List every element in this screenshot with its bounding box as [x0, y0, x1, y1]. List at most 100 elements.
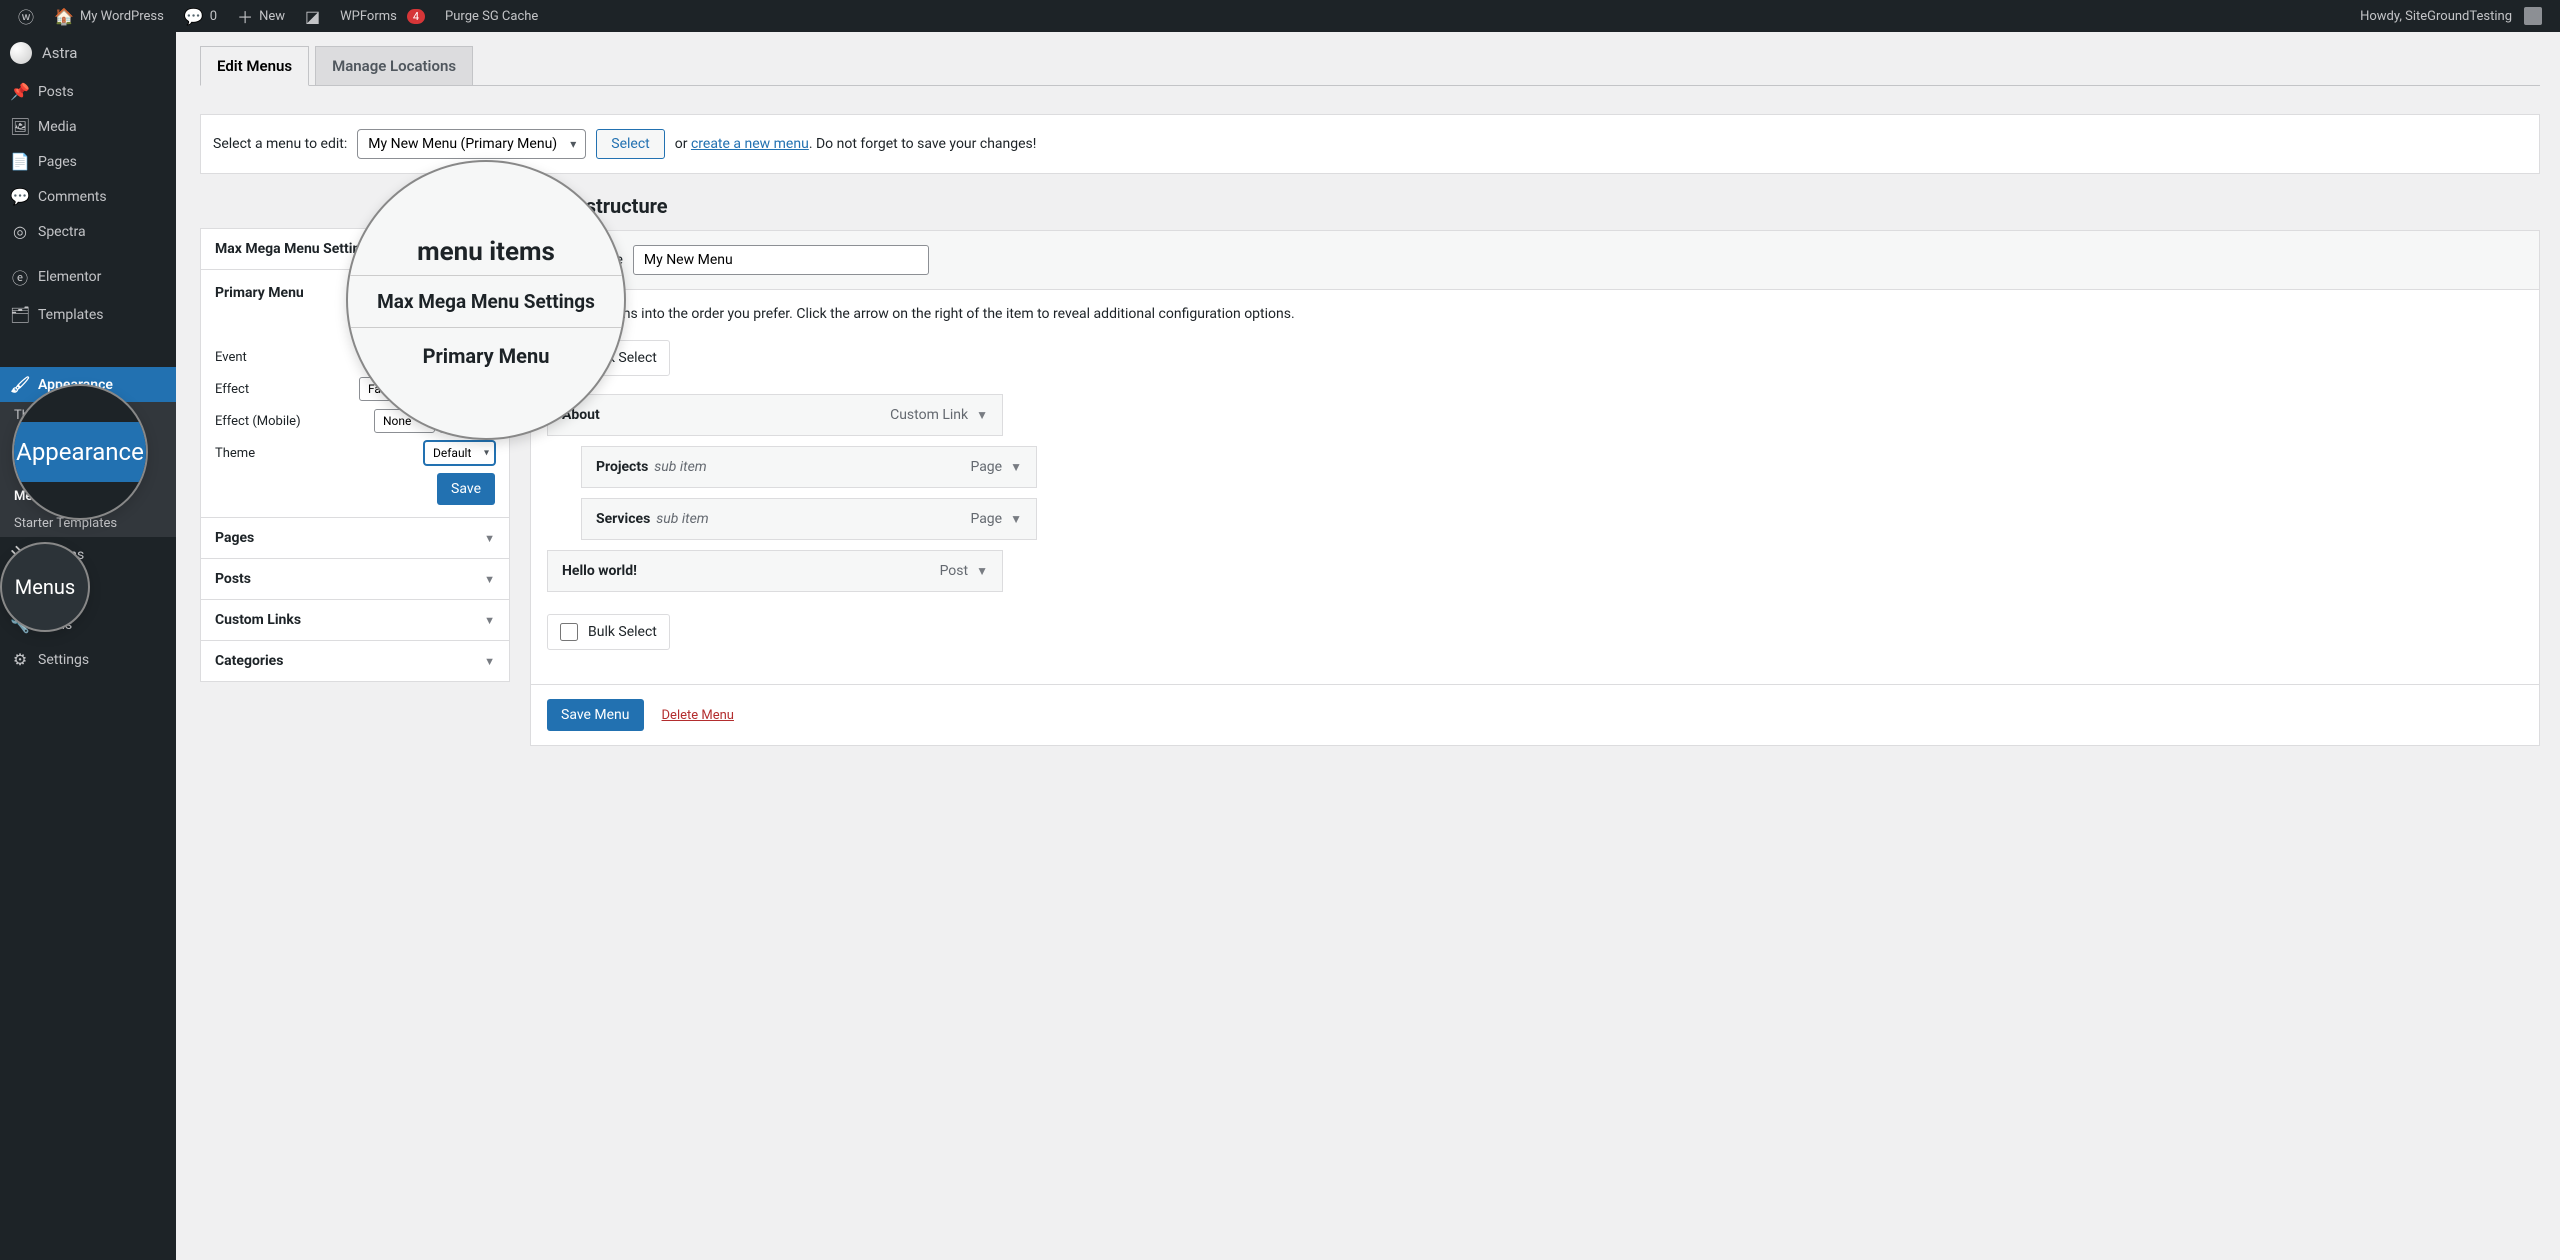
site-name-label: My WordPress — [80, 9, 164, 24]
purge-cache[interactable]: Purge SG Cache — [435, 0, 548, 32]
templates-icon: 🗂 — [10, 305, 30, 324]
chevron-up-icon: ▲ — [484, 243, 495, 256]
instructions-text: Drag the items into the order you prefer… — [547, 306, 2523, 322]
theme-label: Theme — [215, 446, 255, 461]
add-menu-items-column: Add menu items Max Mega Menu Settings ▲ … — [200, 194, 510, 682]
submenu-menus[interactable]: Menus — [0, 483, 176, 510]
sidebar-item-elementor[interactable]: ⓔElementor — [0, 257, 176, 297]
submenu-customize[interactable]: Customize — [0, 429, 176, 456]
purge-label: Purge SG Cache — [445, 9, 538, 24]
sidebar-item-comments[interactable]: 💬Comments — [0, 179, 176, 214]
pin-icon: 📌 — [10, 82, 30, 101]
tab-manage-locations[interactable]: Manage Locations — [315, 46, 473, 85]
main-content: Edit Menus Manage Locations Select a men… — [176, 32, 2560, 1260]
menu-name-label: Menu Name — [547, 252, 623, 268]
menu-selector-row: Select a menu to edit: My New Menu (Prim… — [200, 114, 2540, 174]
mmm-settings-head[interactable]: Max Mega Menu Settings ▲ — [201, 229, 509, 270]
yoast-icon[interactable]: ◪ — [295, 0, 330, 32]
sidebar-item-astra[interactable]: Astra — [0, 32, 176, 74]
menu-structure-heading: Menu structure — [530, 194, 2540, 218]
bulk-select-top[interactable]: Bulk Select — [547, 340, 670, 376]
avatar — [2524, 7, 2542, 25]
sidebar-item-settings[interactable]: ⚙Settings — [0, 642, 176, 677]
effect-select[interactable]: Fade Up — [359, 377, 435, 401]
menu-item[interactable]: About Custom Link▼ — [547, 394, 1003, 436]
theme-select[interactable]: Default — [424, 441, 495, 465]
appearance-submenu: Themes Customize Widgets Menus Starter T… — [0, 402, 176, 537]
new-content[interactable]: ＋New — [227, 0, 295, 32]
elementor-icon: ⓔ — [10, 265, 30, 289]
metabox-categories-head[interactable]: Categories▼ — [201, 641, 509, 681]
event-label: Event — [215, 350, 247, 365]
site-name[interactable]: 🏠My WordPress — [44, 0, 174, 32]
sidebar-item-tools[interactable]: 🔧Tools — [0, 607, 176, 642]
effect-speed-select[interactable]: Fast — [439, 377, 495, 401]
select-prefix: Select a menu to edit: — [213, 136, 347, 152]
submenu-starter[interactable]: Starter Templates — [0, 510, 176, 537]
comment-icon: 💬 — [10, 187, 30, 206]
sidebar-item-media[interactable]: 🖼Media — [0, 109, 176, 144]
tab-edit-menus[interactable]: Edit Menus — [200, 46, 309, 86]
wrench-icon: 🔧 — [10, 615, 30, 634]
comments-link[interactable]: 💬0 — [174, 0, 227, 32]
sidebar-item-posts[interactable]: 📌Posts — [0, 74, 176, 109]
menu-select[interactable]: My New Menu (Primary Menu) — [357, 129, 586, 159]
wp-logo[interactable]: ⓦ — [8, 0, 44, 32]
menu-name-input[interactable] — [633, 245, 929, 275]
bulk-select-bottom[interactable]: Bulk Select — [547, 614, 670, 650]
chevron-down-icon: ▼ — [1010, 512, 1022, 526]
sidebar-item-templates[interactable]: 🗂Templates — [0, 297, 176, 332]
metabox-posts-head[interactable]: Posts▼ — [201, 559, 509, 599]
menu-items-list: About Custom Link▼ Projectssub item Page… — [547, 394, 2523, 592]
select-button[interactable]: Select — [596, 129, 664, 159]
comments-count: 0 — [210, 9, 217, 24]
menu-structure-column: Menu structure Menu Name Drag the items … — [530, 194, 2540, 746]
delete-menu-link[interactable]: Delete Menu — [662, 708, 734, 723]
chevron-down-icon: ▼ — [976, 408, 988, 422]
sliders-icon: ⚙ — [10, 650, 30, 669]
submenu-themes[interactable]: Themes — [0, 402, 176, 429]
enable-checkbox[interactable] — [477, 313, 495, 331]
bulk-checkbox-bottom[interactable] — [560, 623, 578, 641]
primary-menu-label: Primary Menu — [215, 285, 304, 301]
new-label: New — [259, 9, 285, 24]
event-select[interactable]: Hover Intent — [397, 345, 495, 369]
chevron-down-icon: ▼ — [484, 614, 495, 627]
chevron-down-icon: ▼ — [484, 532, 495, 545]
metabox-pages-head[interactable]: Pages▼ — [201, 518, 509, 558]
menu-item[interactable]: Hello world! Post▼ — [547, 550, 1003, 592]
menu-item[interactable]: Servicessub item Page▼ — [581, 498, 1037, 540]
select-suffix: or create a new menu. Do not forget to s… — [675, 136, 1037, 152]
sidebar-item-spectra[interactable]: ◎Spectra — [0, 214, 176, 249]
sidebar-item-plugins[interactable]: 🔌Plugins — [0, 537, 176, 572]
submenu-widgets[interactable]: Widgets — [0, 456, 176, 483]
wpforms-label: WPForms — [340, 9, 397, 24]
create-menu-link[interactable]: create a new menu — [691, 136, 809, 152]
metabox-custom-links: Custom Links▼ — [200, 600, 510, 641]
media-icon: 🖼 — [10, 117, 30, 136]
sidebar-item-pages[interactable]: 📄Pages — [0, 144, 176, 179]
sidebar-item-users[interactable]: 👤Users — [0, 572, 176, 607]
chevron-down-icon: ▼ — [484, 655, 495, 668]
wpforms-link[interactable]: WPForms4 — [330, 0, 435, 32]
metabox-categories: Categories▼ — [200, 641, 510, 682]
effect-mobile-speed-select[interactable]: Fast — [439, 409, 495, 433]
plugin-icon: 🔌 — [10, 545, 30, 564]
admin-sidebar: Astra 📌Posts 🖼Media 📄Pages 💬Comments ◎Sp… — [0, 32, 176, 1260]
kebab-icon[interactable]: ⋮ — [469, 282, 495, 303]
metabox-posts: Posts▼ — [200, 559, 510, 600]
metabox-pages: Pages▼ — [200, 518, 510, 559]
sidebar-item-appearance[interactable]: 🖌Appearance — [0, 367, 176, 402]
save-menu-button[interactable]: Save Menu — [547, 699, 644, 731]
astra-label: Astra — [42, 44, 77, 62]
menu-item[interactable]: Projectssub item Page▼ — [581, 446, 1037, 488]
metabox-custom-links-head[interactable]: Custom Links▼ — [201, 600, 509, 640]
effect-mobile-select[interactable]: None — [374, 409, 435, 433]
mmm-save-button[interactable]: Save — [437, 473, 495, 505]
my-account[interactable]: Howdy, SiteGroundTesting — [2350, 0, 2552, 32]
spectra-icon: ◎ — [10, 222, 30, 241]
page-icon: 📄 — [10, 152, 30, 171]
menu-edit-panel: Menu Name Drag the items into the order … — [530, 230, 2540, 746]
chevron-down-icon: ▼ — [976, 564, 988, 578]
bulk-checkbox-top[interactable] — [560, 349, 578, 367]
